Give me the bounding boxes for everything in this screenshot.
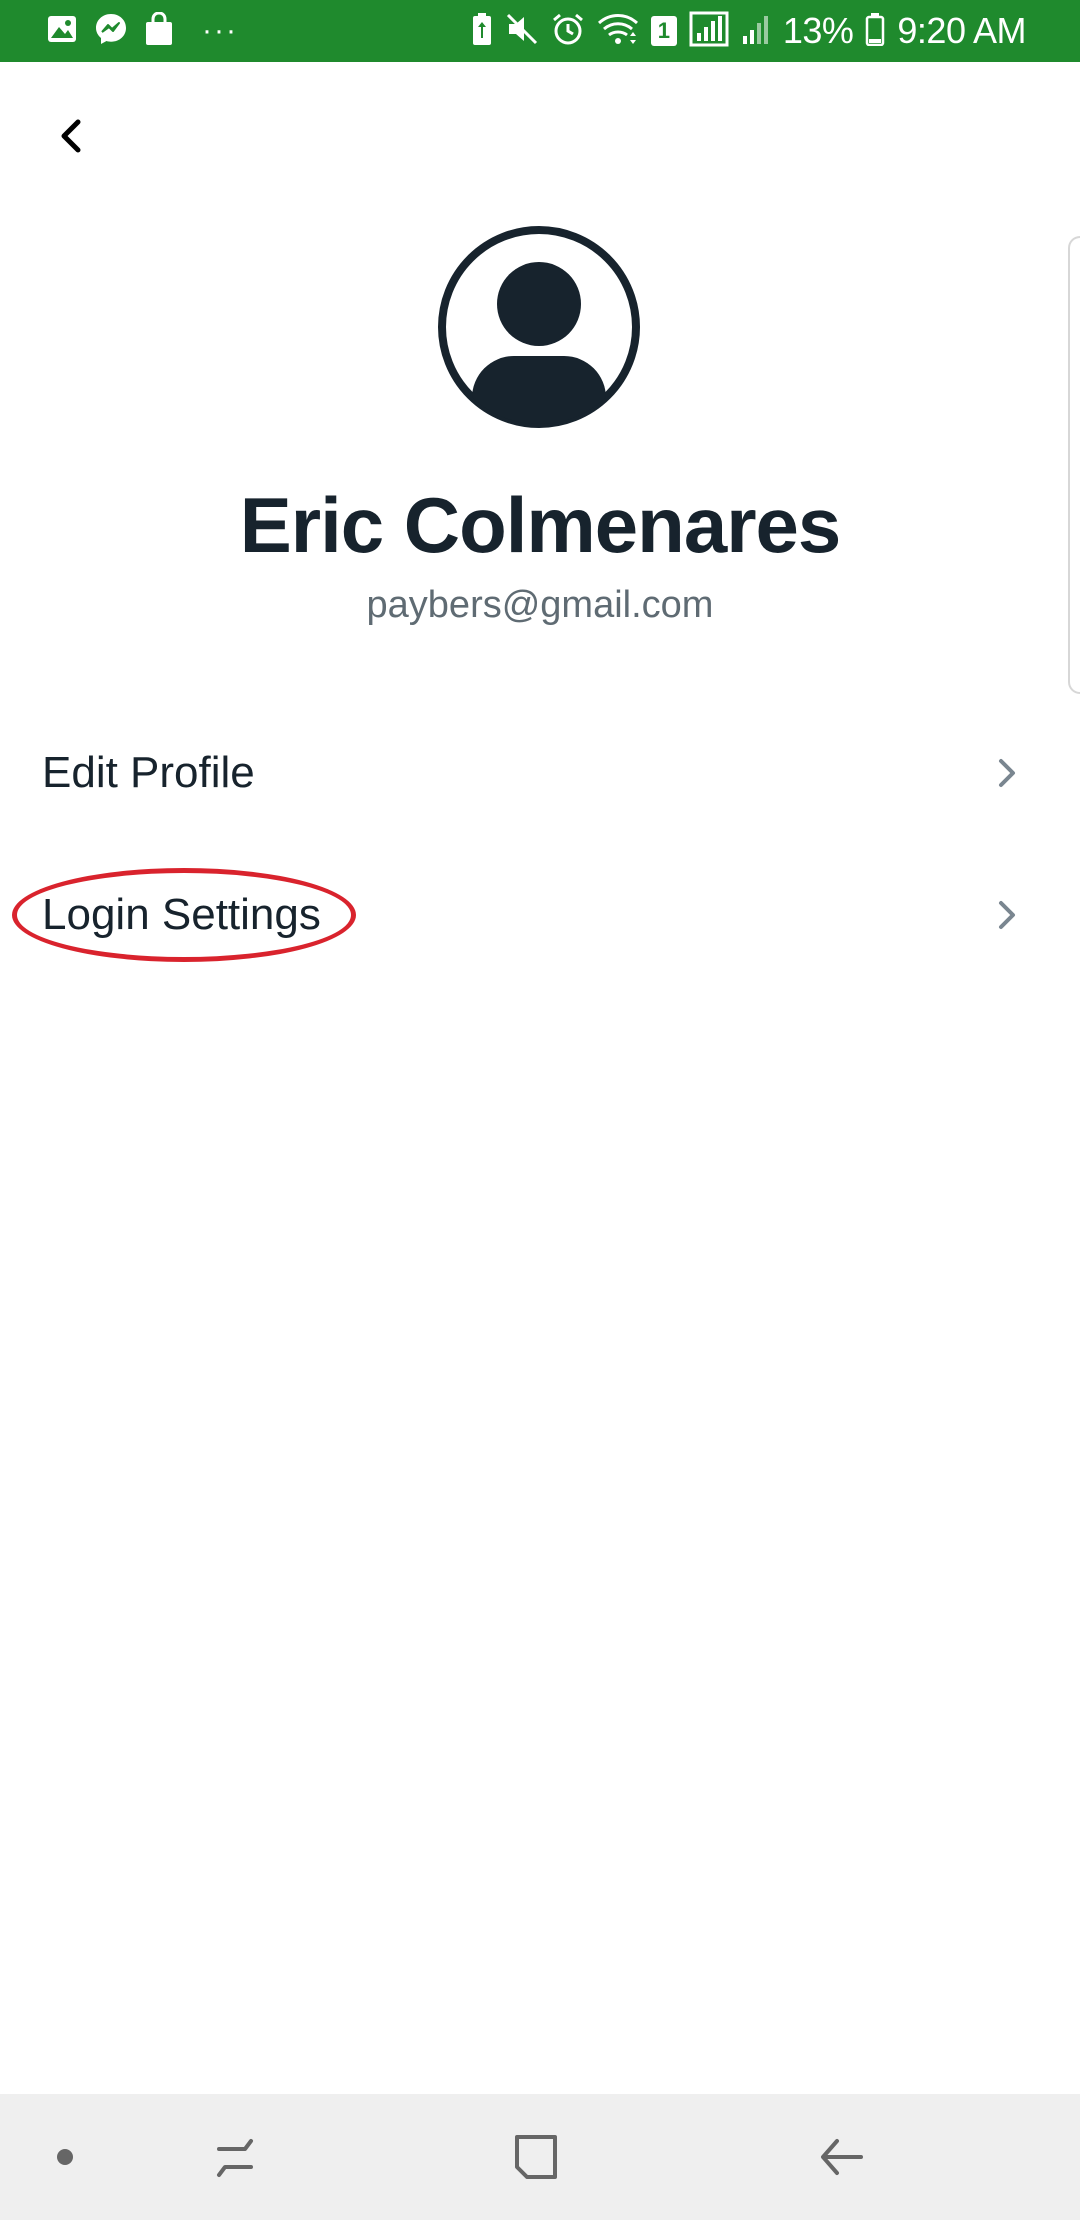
messenger-icon	[94, 12, 128, 51]
recent-apps-icon	[217, 2139, 253, 2177]
avatar	[436, 224, 642, 430]
battery-icon	[865, 12, 885, 51]
nav-dot-button[interactable]	[30, 2094, 100, 2220]
recent-apps-button[interactable]	[190, 2094, 280, 2220]
wifi-icon	[597, 12, 639, 51]
menu-item-edit-profile[interactable]: Edit Profile	[0, 713, 1080, 833]
mute-icon	[505, 12, 539, 51]
menu-item-login-settings[interactable]: Login Settings	[0, 855, 1080, 975]
more-notifications-icon: ···	[202, 14, 238, 47]
nav-back-button[interactable]	[796, 2094, 886, 2220]
battery-saver-icon	[471, 12, 493, 51]
user-avatar-icon	[438, 226, 640, 428]
chevron-left-icon	[61, 119, 81, 153]
alarm-icon	[551, 12, 585, 51]
home-icon	[515, 2135, 557, 2179]
system-icons: 1 13% 9:20 AM	[471, 8, 1026, 54]
signal-icon	[689, 11, 729, 52]
battery-percent: 13%	[782, 10, 854, 51]
shopping-bag-icon	[144, 10, 174, 51]
menu-item-label: Edit Profile	[42, 748, 255, 797]
profile-name: Eric Colmenares	[239, 481, 842, 569]
notification-icons: ···	[46, 10, 238, 51]
profile-email: paybers@gmail.com	[366, 584, 714, 626]
home-button[interactable]	[490, 2094, 584, 2220]
back-icon	[821, 2139, 863, 2175]
profile-screen: ··· 1 13% 9:20 AM Eric Colmenares payber…	[0, 0, 1080, 2220]
chevron-right-icon	[999, 759, 1015, 787]
status-bar: ··· 1 13% 9:20 AM	[0, 0, 1080, 62]
signal-2-icon	[741, 12, 771, 51]
nav-dot-icon	[57, 2149, 73, 2165]
chevron-right-icon	[999, 901, 1015, 929]
back-button[interactable]	[40, 104, 104, 168]
menu-item-label: Login Settings	[42, 890, 321, 939]
gallery-icon	[46, 13, 78, 50]
navigation-bar	[0, 2094, 1080, 2220]
sim-1-icon: 1	[650, 16, 677, 46]
clock: 9:20 AM	[897, 10, 1026, 51]
